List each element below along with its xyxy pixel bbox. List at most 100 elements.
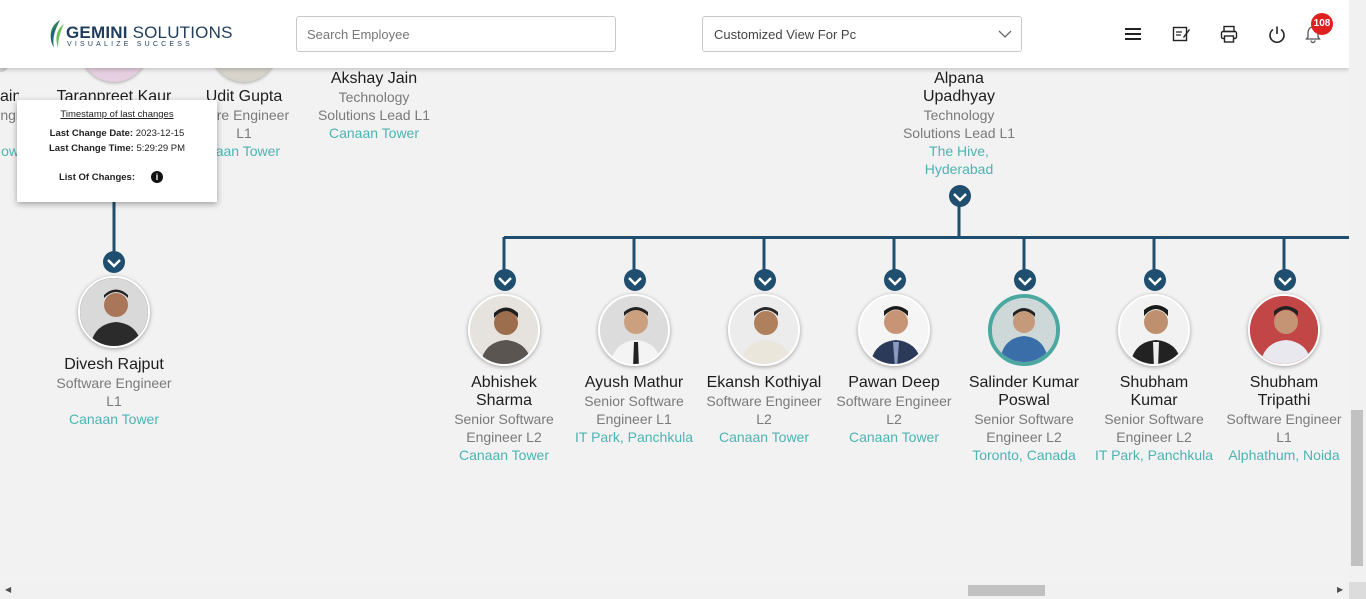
employee-role: Senior Software (454, 411, 554, 427)
expand-toggle-icon[interactable] (754, 269, 776, 291)
collapse-toggle-icon[interactable] (949, 185, 971, 207)
power-icon[interactable] (1267, 24, 1287, 44)
edit-notes-icon[interactable] (1171, 24, 1191, 44)
list-of-changes-label: List Of Changes: (58, 172, 135, 183)
employee-card[interactable]: Shubham Kumar Senior Software Engineer L… (1079, 294, 1229, 464)
employee-card-divesh[interactable]: Divesh Rajput Software Engineer L1 Canaa… (39, 276, 189, 428)
employee-location: Canaan Tower (848, 429, 940, 445)
date-value: 2023-12-15 (135, 128, 185, 139)
employee-location: IT Park, Panchkula (574, 429, 694, 445)
employee-name: Poswal (998, 392, 1050, 409)
employee-role: Technology (923, 107, 995, 123)
employee-name: Tripathi (1257, 392, 1311, 409)
expand-toggle-icon[interactable] (1014, 269, 1036, 291)
employee-role: Senior Software (584, 393, 684, 409)
print-icon[interactable] (1219, 24, 1239, 44)
employee-name: Akshay Jain (330, 70, 418, 87)
employee-name: Ekansh Kothiyal (706, 374, 822, 391)
last-change-time-row: Last Change Time: 5:29:29 PM (17, 143, 217, 154)
expand-toggle-icon[interactable] (103, 251, 125, 273)
employee-role: L2 (756, 411, 772, 427)
scroll-right-icon[interactable]: ▶ (1337, 585, 1343, 594)
employee-role: Solutions Lead L1 (317, 107, 431, 123)
top-navbar: GEMINI SOLUTIONS VISUALIZE SUCCESS Custo… (0, 0, 1349, 68)
avatar[interactable] (858, 294, 930, 366)
menu-icon[interactable] (1123, 24, 1143, 44)
expand-toggle-icon[interactable] (624, 269, 646, 291)
expand-toggle-icon[interactable] (884, 269, 906, 291)
employee-role: Senior Software (1104, 411, 1204, 427)
employee-name: Pawan Deep (848, 374, 940, 391)
scroll-left-icon[interactable]: ◀ (5, 585, 11, 594)
scrollbar-corner (1349, 582, 1366, 599)
time-label: Last Change Time: (48, 143, 134, 154)
employee-name: Shubham (1249, 374, 1319, 391)
employee-location: Canaan Tower (718, 429, 810, 445)
employee-role: Engineer L1 (596, 411, 672, 427)
employee-card-alpana[interactable]: Alpana Upadhyay Technology Solutions Lea… (884, 70, 1034, 178)
employee-role: Software Engineer (1226, 411, 1342, 427)
logo-wordmark: GEMINI SOLUTIONS (66, 23, 233, 42)
vertical-scroll-thumb[interactable] (1351, 410, 1363, 566)
employee-role: Senior Software (974, 411, 1074, 427)
chevron-down-icon (998, 30, 1012, 38)
employee-card-akshay[interactable]: Akshay Jain Technology Solutions Lead L1… (299, 70, 449, 142)
employee-name: Abhishek (471, 374, 537, 391)
expand-toggle-icon[interactable] (1274, 269, 1296, 291)
horizontal-scrollbar[interactable]: ◀ ▶ (0, 582, 1349, 599)
employee-location: Toronto, Canada (972, 447, 1076, 463)
logo-tagline: VISUALIZE SUCCESS (67, 41, 193, 48)
avatar[interactable] (988, 294, 1060, 366)
avatar[interactable] (728, 294, 800, 366)
leaf-logo-icon (50, 20, 64, 48)
employee-name: Upadhyay (922, 88, 996, 105)
last-change-tooltip: Timestamp of last changes Last Change Da… (17, 100, 217, 202)
avatar[interactable] (468, 294, 540, 366)
employee-location: Canaan Tower (68, 411, 160, 427)
employee-name: Ayush Mathur (584, 374, 684, 391)
employee-role: L2 (886, 411, 902, 427)
employee-name: Shubham (1119, 374, 1189, 391)
employee-name: Sharma (475, 392, 533, 409)
employee-role: Software Engineer (706, 393, 822, 409)
time-value: 5:29:29 PM (136, 143, 186, 154)
employee-location: Alphathum, Noida (1228, 447, 1340, 463)
employee-card[interactable]: Pawan Deep Software Engineer L2 Canaan T… (819, 294, 969, 446)
avatar[interactable] (598, 294, 670, 366)
employee-location: Hyderabad (924, 161, 994, 177)
view-select-dropdown[interactable]: Customized View For Pc (702, 16, 1022, 52)
avatar[interactable] (1118, 294, 1190, 366)
employee-card[interactable]: Abhishek Sharma Senior Software Engineer… (429, 294, 579, 464)
employee-location: Canaan Tower (328, 125, 420, 141)
search-employee-input[interactable] (296, 16, 616, 52)
employee-location: The Hive, (929, 143, 989, 159)
notification-count-badge: 108 (1311, 13, 1333, 35)
employee-role: Engineer L2 (986, 429, 1062, 445)
last-change-date-row: Last Change Date: 2023-12-15 (17, 128, 217, 139)
horizontal-scroll-thumb[interactable] (968, 585, 1045, 596)
vertical-scrollbar[interactable] (1349, 0, 1366, 582)
employee-name: Divesh Rajput (64, 356, 164, 373)
avatar[interactable] (1248, 294, 1320, 366)
expand-toggle-icon[interactable] (1144, 269, 1166, 291)
employee-card[interactable]: Ekansh Kothiyal Software Engineer L2 Can… (689, 294, 839, 446)
view-select-value: Customized View For Pc (714, 27, 857, 42)
employee-card[interactable]: Salinder Kumar Poswal Senior Software En… (949, 294, 1099, 464)
employee-role: L1 (1276, 429, 1292, 445)
company-logo[interactable]: GEMINI SOLUTIONS VISUALIZE SUCCESS (46, 18, 232, 52)
employee-location: Canaan Tower (458, 447, 550, 463)
avatar[interactable] (78, 276, 150, 348)
employee-role: Software Engineer (56, 375, 172, 391)
info-icon[interactable]: i (151, 171, 163, 183)
expand-toggle-icon[interactable] (494, 269, 516, 291)
employee-location: IT Park, Panchkula (1094, 447, 1214, 463)
employee-role: Software Engineer (836, 393, 952, 409)
employee-name: Salinder Kumar (968, 374, 1080, 391)
employee-role: Engineer L2 (466, 429, 542, 445)
employee-role: Engineer L2 (1116, 429, 1192, 445)
employee-card[interactable]: Shubham Tripathi Software Engineer L1 Al… (1209, 294, 1349, 464)
employee-card[interactable]: Ayush Mathur Senior Software Engineer L1… (559, 294, 709, 446)
employee-role: L1 (106, 393, 122, 409)
employee-name: Kumar (1130, 392, 1178, 409)
employee-role: Solutions Lead L1 (902, 125, 1016, 141)
